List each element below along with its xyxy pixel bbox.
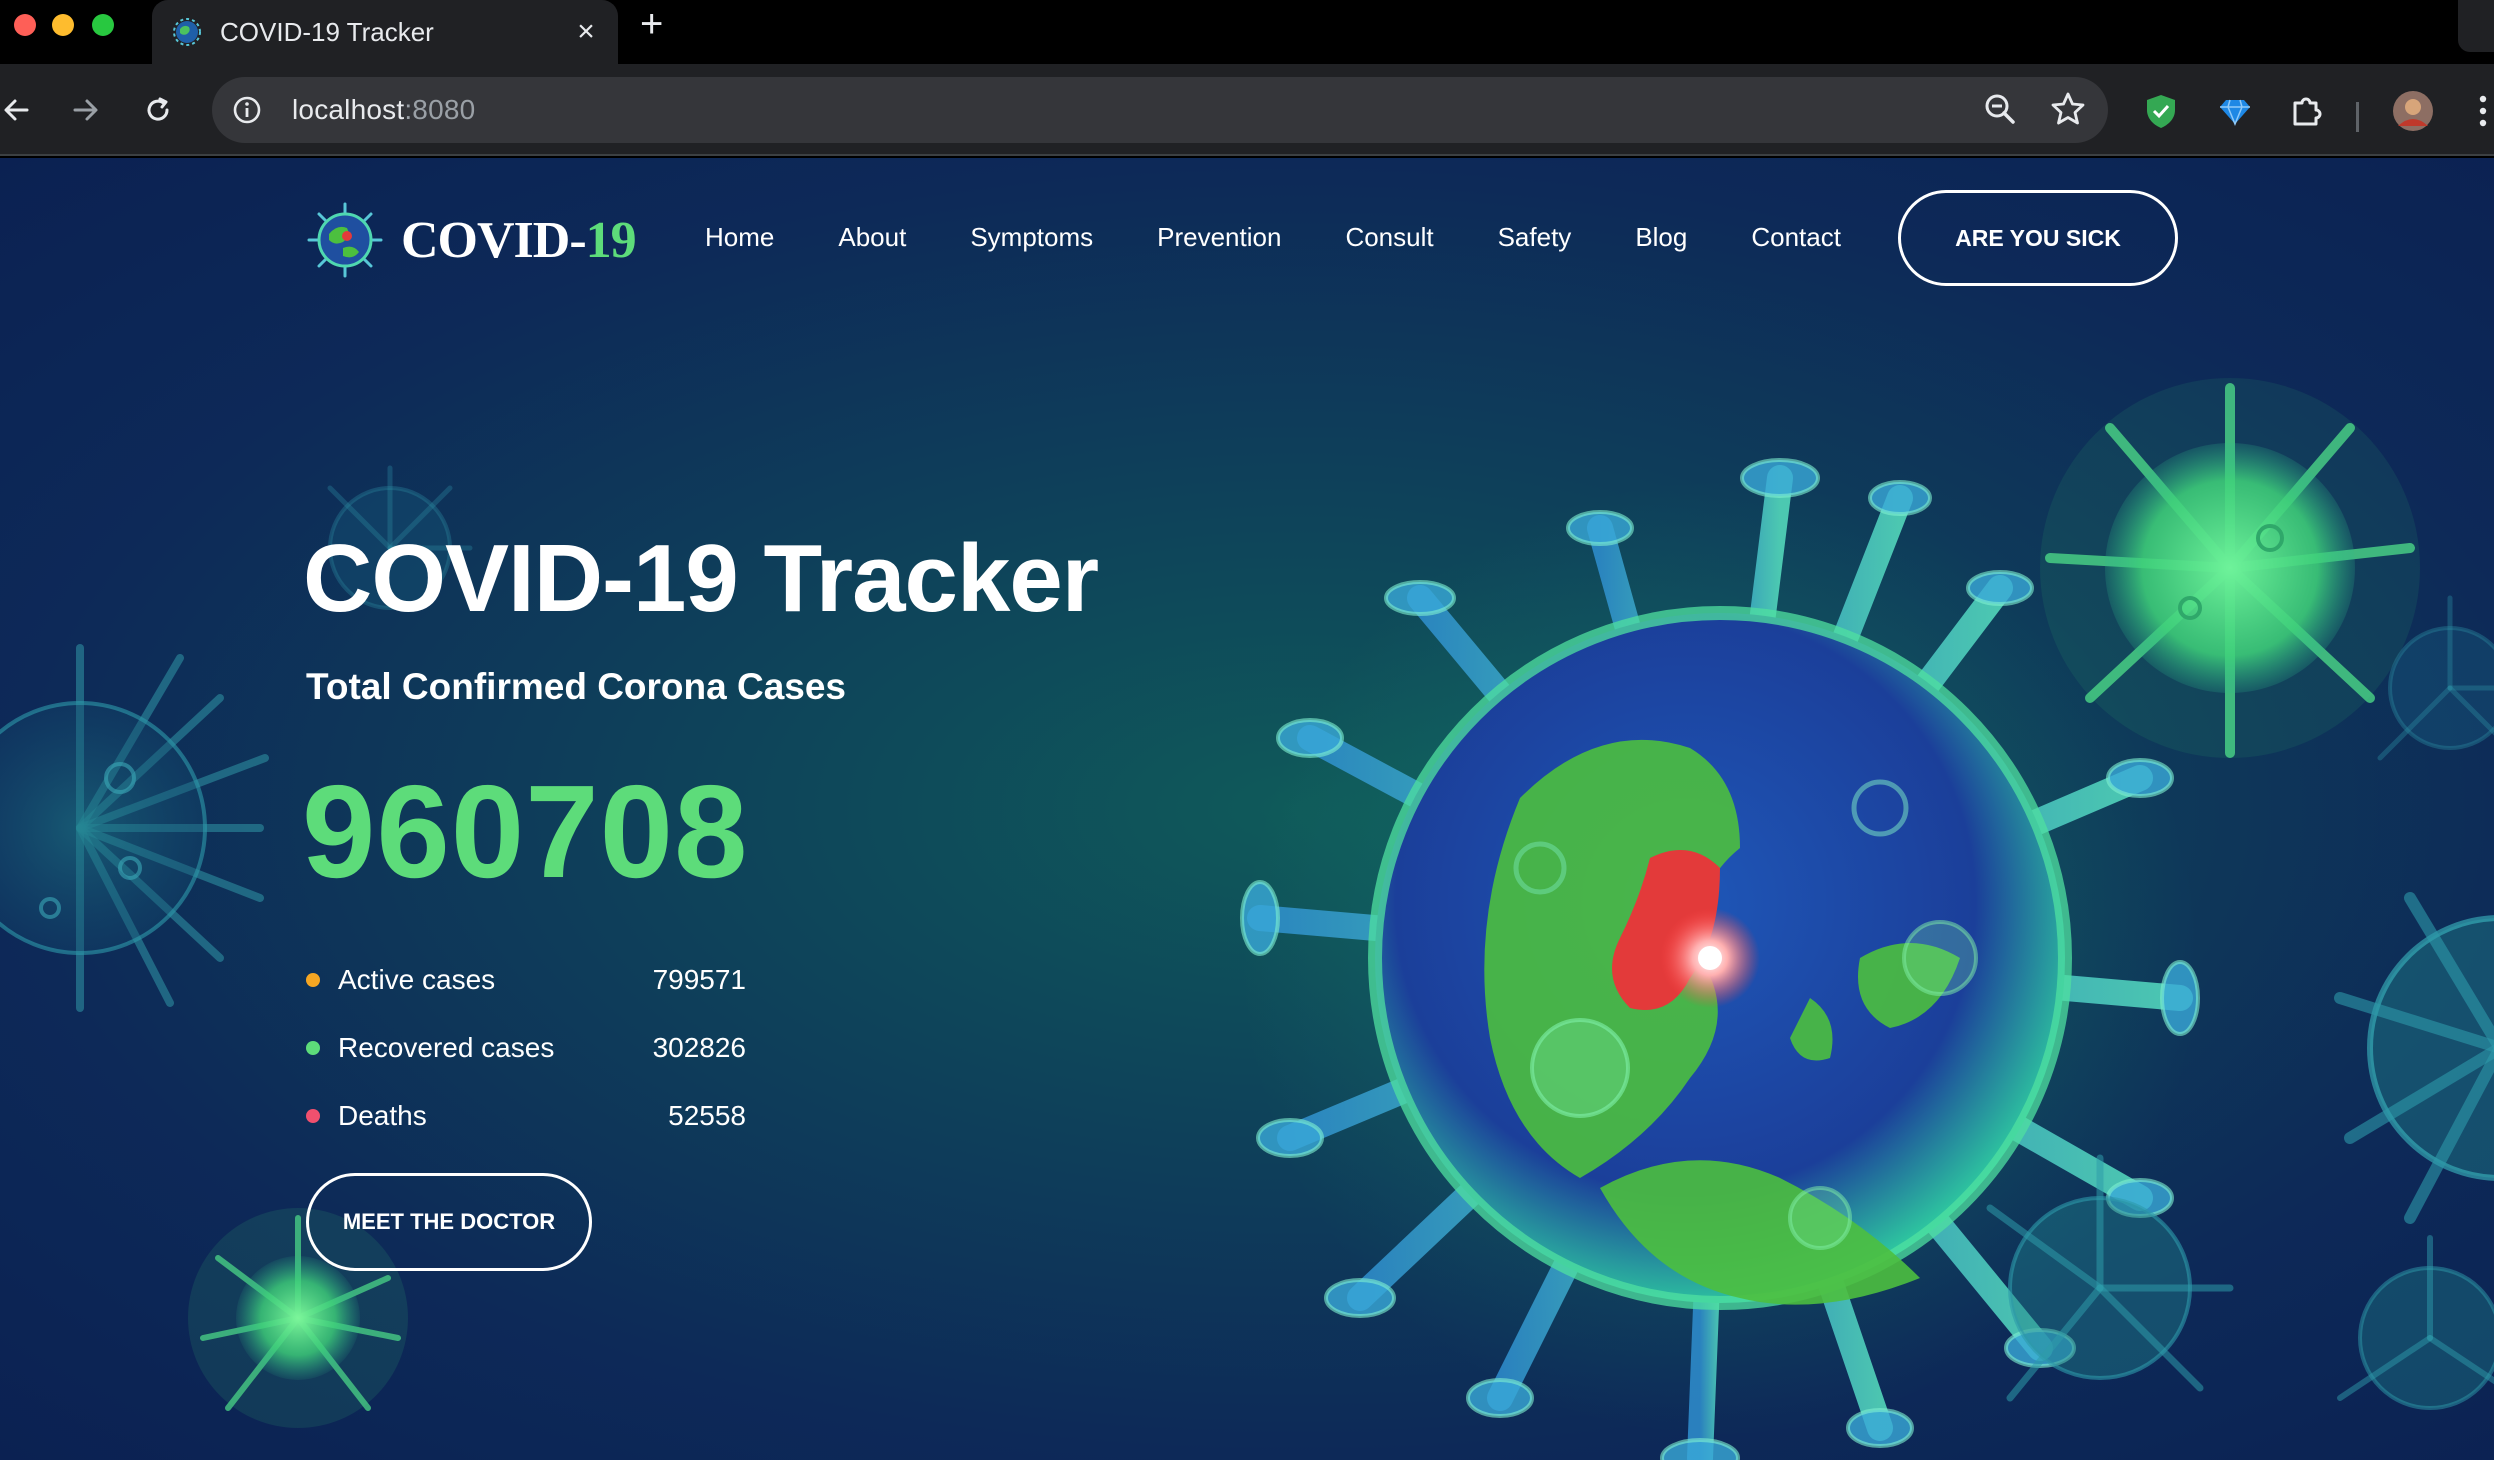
virus-illustration-edge <box>2334 892 2494 1224</box>
address-bar[interactable]: localhost:8080 <box>212 77 2108 143</box>
stat-label: Deaths <box>338 1100 427 1131</box>
info-icon[interactable] <box>232 95 262 125</box>
tab-title: COVID-19 Tracker <box>220 16 434 47</box>
hero-subtitle: Total Confirmed Corona Cases <box>306 666 847 707</box>
page-title: COVID-19 Tracker <box>303 525 1099 632</box>
shield-extension-icon[interactable] <box>2140 90 2182 132</box>
status-dot <box>306 973 320 987</box>
total-cases-count: 960708 <box>302 758 749 905</box>
browser-tab[interactable]: COVID-19 Tracker × <box>152 0 618 64</box>
stat-label: Recovered cases <box>338 1032 555 1063</box>
meet-the-doctor-button[interactable]: MEET THE DOCTOR <box>306 1173 592 1271</box>
nav-link-prevention[interactable]: Prevention <box>1157 222 1281 253</box>
stat-value: 799571 <box>652 964 746 995</box>
virus-illustration-faint-right <box>2377 595 2494 761</box>
status-dot <box>306 1041 320 1055</box>
new-tab-button[interactable]: + <box>640 4 663 44</box>
stat-row-active: Active cases 799571 <box>306 946 746 1014</box>
virus-illustration-bottomright <box>1986 1154 2234 1402</box>
maximize-window-button[interactable] <box>92 14 114 36</box>
close-tab-icon[interactable]: × <box>566 17 606 47</box>
status-dot <box>306 1109 320 1123</box>
tab-strip: COVID-19 Tracker × + <box>0 0 2494 64</box>
browser-toolbar: localhost:8080 <box>0 64 2494 156</box>
url-text: localhost:8080 <box>292 94 476 125</box>
star-icon[interactable] <box>2048 89 2088 129</box>
nav-link-about[interactable]: About <box>838 222 906 253</box>
diamond-extension-icon[interactable] <box>2214 90 2256 132</box>
stat-row-recovered: Recovered cases 302826 <box>306 1014 746 1082</box>
virus-globe-icon <box>307 202 383 278</box>
stat-value: 52558 <box>668 1100 746 1131</box>
nav-link-blog[interactable]: Blog <box>1635 222 1687 253</box>
virus-illustration-left <box>0 644 269 1012</box>
zoom-icon[interactable] <box>1980 89 2020 129</box>
page-viewport: COVID-19 Home About Symptoms Prevention … <box>0 158 2494 1460</box>
stat-label: Active cases <box>338 964 496 995</box>
nav-link-symptoms[interactable]: Symptoms <box>970 222 1093 253</box>
tab-search-button[interactable] <box>2458 0 2494 52</box>
reload-icon[interactable] <box>134 86 182 134</box>
kebab-menu-icon[interactable] <box>2462 90 2494 132</box>
stat-value: 302826 <box>652 1032 746 1063</box>
virus-globe-icon <box>173 18 201 46</box>
profile-avatar[interactable] <box>2392 90 2434 132</box>
forward-arrow-icon[interactable] <box>62 86 110 134</box>
brand-name: COVID-19 <box>401 211 637 269</box>
minimize-window-button[interactable] <box>52 14 74 36</box>
are-you-sick-button[interactable]: ARE YOU SICK <box>1898 190 2178 286</box>
close-window-button[interactable] <box>14 14 36 36</box>
nav-link-contact[interactable]: Contact <box>1751 222 1841 253</box>
case-stats-list: Active cases 799571 Recovered cases 3028… <box>306 946 746 1150</box>
back-arrow-icon[interactable] <box>0 86 40 134</box>
main-nav: Home About Symptoms Prevention Consult S… <box>705 222 1841 253</box>
toolbar-divider <box>2356 102 2359 132</box>
brand-logo-link[interactable]: COVID-19 <box>305 200 637 280</box>
nav-link-safety[interactable]: Safety <box>1498 222 1572 253</box>
puzzle-icon[interactable] <box>2286 90 2328 132</box>
nav-link-consult[interactable]: Consult <box>1345 222 1433 253</box>
nav-link-home[interactable]: Home <box>705 222 774 253</box>
stat-row-deaths: Deaths 52558 <box>306 1082 746 1150</box>
